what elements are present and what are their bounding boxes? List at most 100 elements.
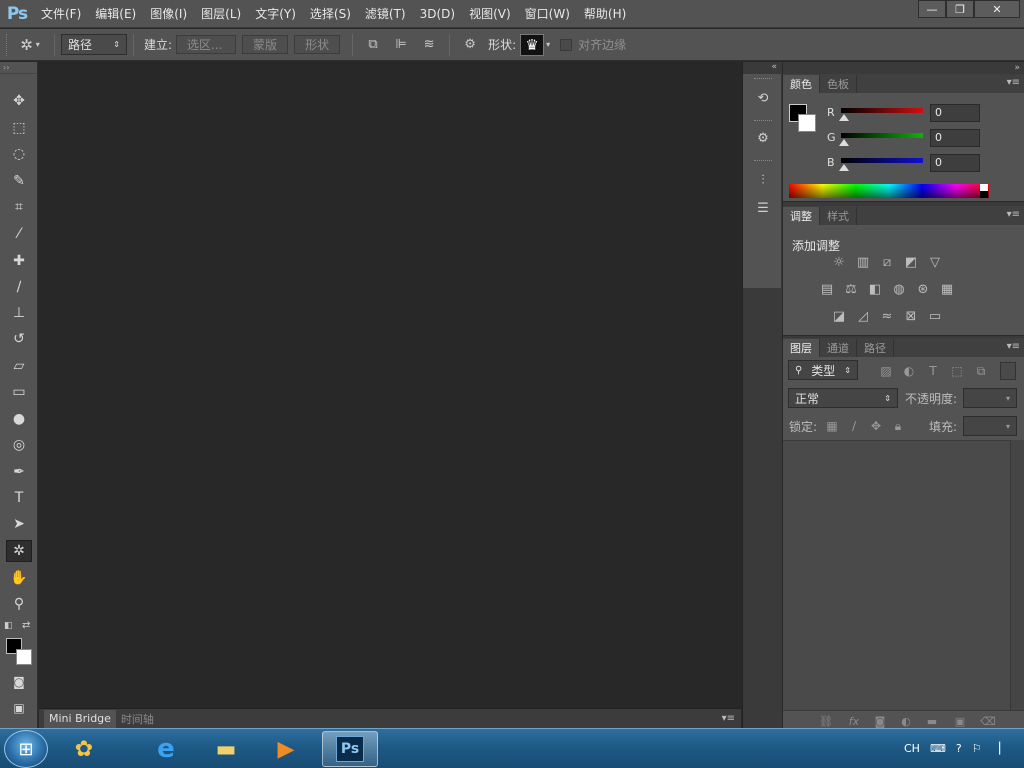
crop-tool[interactable]: ⌗ [6, 196, 32, 218]
levels-icon[interactable]: ▥ [853, 253, 873, 271]
curves-icon[interactable]: ⧄ [877, 253, 897, 271]
properties-icon[interactable]: ⚙ [752, 128, 774, 148]
menu-layer[interactable]: 图层(L) [194, 0, 248, 28]
custom-shape-tool[interactable]: ✲ [6, 540, 32, 562]
color-spectrum-bar[interactable] [789, 184, 989, 198]
tab-layers[interactable]: 图层 [783, 339, 820, 357]
quick-select-tool[interactable]: ✎ [6, 170, 32, 192]
slider-green[interactable]: G 0 [827, 129, 1017, 149]
tool-preset-picker[interactable]: ✲ ▾ [12, 33, 48, 57]
stamp-tool[interactable]: ⊥ [6, 302, 32, 324]
photo-filter-icon[interactable]: ◍ [889, 280, 909, 298]
selective-color-icon[interactable]: ⊠ [901, 307, 921, 325]
posterize-icon[interactable]: ◿ [853, 307, 873, 325]
tab-swatches[interactable]: 色板 [820, 75, 857, 93]
blue-value-input[interactable]: 0 [930, 154, 980, 172]
path-select-tool[interactable]: ➤ [6, 513, 32, 535]
tab-mini-bridge[interactable]: Mini Bridge [44, 709, 116, 728]
invert-icon[interactable]: ◪ [829, 307, 849, 325]
slider-red[interactable]: R 0 [827, 104, 1017, 124]
minimize-button[interactable]: — [918, 0, 946, 18]
restore-button[interactable]: ❐ [946, 0, 974, 18]
close-button[interactable]: ✕ [974, 0, 1020, 18]
black-white-icon[interactable]: ◧ [865, 280, 885, 298]
background-color-swatch[interactable] [16, 649, 32, 665]
opacity-input[interactable]: ▾ [963, 388, 1017, 408]
menu-view[interactable]: 视图(V) [462, 0, 518, 28]
slider-thumb[interactable] [839, 114, 849, 121]
eyedropper-tool[interactable]: ⁄ [6, 223, 32, 245]
screen-mode-icon[interactable]: ▣ [6, 697, 32, 719]
menu-type[interactable]: 文字(Y) [248, 0, 303, 28]
blue-track[interactable] [841, 158, 923, 163]
tab-channels[interactable]: 通道 [820, 339, 857, 357]
trash-icon[interactable]: ⌫ [979, 713, 997, 729]
default-colors-icon[interactable]: ◧ [4, 621, 13, 631]
selection-button[interactable]: 选区... [176, 35, 237, 54]
taskbar-app-media-player[interactable]: ▶ [258, 731, 314, 767]
lock-all-icon[interactable]: 🔒︎ [889, 417, 907, 435]
menu-filter[interactable]: 滤镜(T) [358, 0, 413, 28]
slider-thumb[interactable] [839, 164, 849, 171]
filter-shape-icon[interactable]: ⬚ [948, 362, 966, 380]
filter-smart-object-icon[interactable]: ⧉ [972, 362, 990, 380]
document-canvas-area[interactable] [39, 62, 741, 707]
align-edges-checkbox[interactable] [560, 38, 573, 51]
menu-window[interactable]: 窗口(W) [518, 0, 577, 28]
blur-tool[interactable]: ● [6, 408, 32, 430]
layers-list[interactable] [783, 440, 1010, 710]
type-tool[interactable]: T [6, 487, 32, 509]
menu-edit[interactable]: 编辑(E) [88, 0, 143, 28]
healing-brush-tool[interactable]: ✚ [6, 250, 32, 272]
panel-grip[interactable] [754, 160, 772, 163]
color-lookup-icon[interactable]: ▦ [937, 280, 957, 298]
new-layer-icon[interactable]: ▣ [951, 713, 969, 729]
panel-menu-icon[interactable]: ▾≡ [1007, 209, 1020, 220]
menu-image[interactable]: 图像(I) [143, 0, 194, 28]
mode-select[interactable]: 路径 ⇕ [61, 34, 127, 55]
tab-paths[interactable]: 路径 [857, 339, 894, 357]
new-adjustment-icon[interactable]: ◐ [897, 713, 915, 729]
brush-tool[interactable]: ∕ [6, 276, 32, 298]
swap-colors-icon[interactable]: ⇄ [22, 620, 30, 631]
green-value-input[interactable]: 0 [930, 129, 980, 147]
dock-collapse-icon[interactable]: « [771, 62, 777, 72]
layer-filter-select[interactable]: ⚲ 类型 ⇕ [788, 360, 858, 380]
taskbar-app-photo-gallery[interactable]: ✿ [56, 731, 112, 767]
menu-file[interactable]: 文件(F) [34, 0, 88, 28]
panel-menu-icon[interactable]: ▾≡ [722, 713, 735, 724]
move-tool[interactable]: ✥ [6, 90, 32, 112]
input-language[interactable]: CH [904, 742, 920, 755]
show-desktop-icon[interactable]: ▕ [992, 742, 1000, 755]
spectrum-black[interactable] [980, 191, 988, 198]
red-value-input[interactable]: 0 [930, 104, 980, 122]
hand-tool[interactable]: ✋ [6, 567, 32, 589]
path-alignment-icon[interactable]: ⊫ [389, 34, 413, 56]
zoom-tool[interactable]: ⚲ [6, 593, 32, 615]
path-arrangement-icon[interactable]: ≋ [417, 34, 441, 56]
spectrum-white[interactable] [980, 184, 988, 191]
quick-mask-icon[interactable]: ◙ [6, 671, 32, 693]
app-logo[interactable]: Ps [0, 0, 34, 28]
brush-presets-icon[interactable]: ⫶ [752, 170, 774, 190]
add-mask-icon[interactable]: ◙ [871, 713, 889, 729]
dock-expand-icon[interactable]: » [1014, 63, 1020, 73]
mask-button[interactable]: 蒙版 [242, 35, 289, 54]
slider-thumb[interactable] [839, 139, 849, 146]
gear-icon[interactable]: ⚙ [458, 34, 482, 56]
channel-mixer-icon[interactable]: ⊛ [913, 280, 933, 298]
tab-timeline[interactable]: 时间轴 [116, 710, 159, 728]
vibrance-icon[interactable]: ▽ [925, 253, 945, 271]
path-operations-icon[interactable]: ⧉ [361, 34, 385, 56]
history-icon[interactable]: ⟲ [752, 88, 774, 108]
threshold-icon[interactable]: ≈ [877, 307, 897, 325]
lock-position-icon[interactable]: ✥ [867, 417, 885, 435]
menu-help[interactable]: 帮助(H) [577, 0, 633, 28]
help-icon[interactable]: ? [956, 742, 962, 755]
tab-adjustments[interactable]: 调整 [783, 207, 820, 225]
brush-settings-icon[interactable]: ☰ [752, 198, 774, 218]
filter-pixel-icon[interactable]: ▨ [877, 362, 895, 380]
filter-type-icon[interactable]: T [924, 362, 942, 380]
menu-3d[interactable]: 3D(D) [413, 0, 462, 28]
color-background-swatch[interactable] [798, 114, 816, 132]
